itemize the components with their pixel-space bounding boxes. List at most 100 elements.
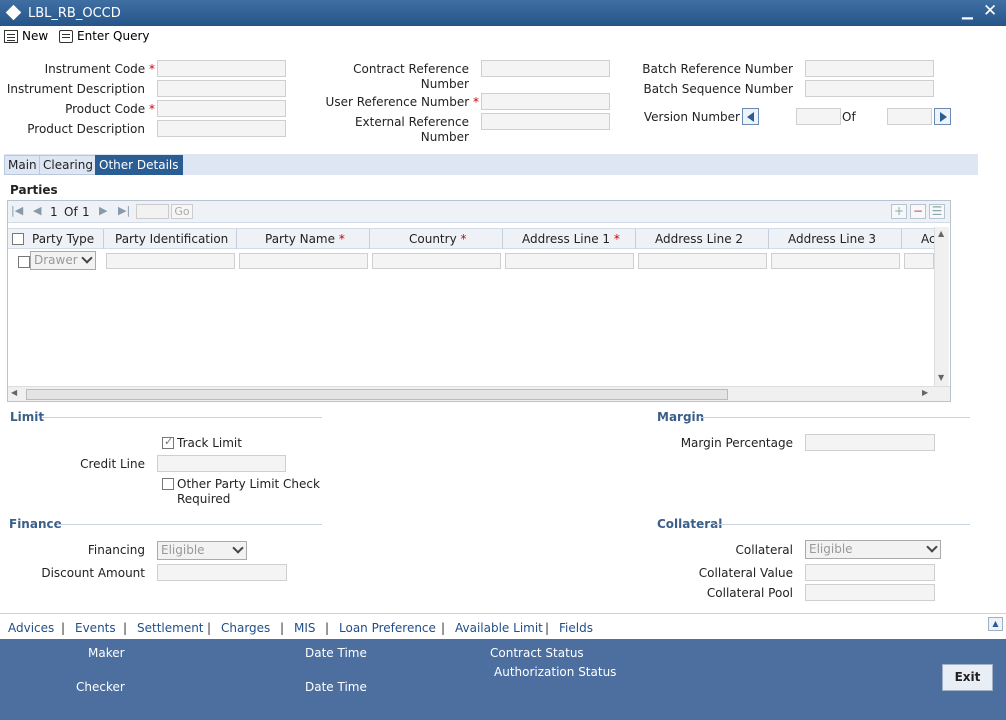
contract-status-label: Contract Status — [490, 646, 584, 660]
limit-group-line — [42, 417, 322, 418]
party-type-select[interactable]: Drawer — [30, 251, 96, 270]
tab-other-details[interactable]: Other Details — [95, 155, 183, 175]
link-loan-preference[interactable]: Loan Preference — [339, 621, 436, 635]
margin-group-line — [700, 417, 970, 418]
address-line-2-cell[interactable] — [638, 253, 767, 269]
instrument-code-field[interactable] — [157, 60, 286, 77]
contract-reference-label: Contract Reference Number — [353, 62, 469, 91]
scroll-down-icon[interactable]: ▼ — [938, 373, 944, 382]
country-cell[interactable] — [372, 253, 501, 269]
version-of-label: Of — [842, 110, 856, 124]
product-description-label: Product Description — [27, 122, 145, 136]
link-charges[interactable]: Charges — [221, 621, 270, 635]
grid-vertical-scrollbar[interactable]: ▲ ▼ — [934, 227, 949, 387]
address-line-3-cell[interactable] — [771, 253, 900, 269]
batch-sequence-label: Batch Sequence Number — [643, 82, 793, 96]
link-events[interactable]: Events — [75, 621, 116, 635]
collateral-group-line — [715, 524, 970, 525]
collateral-pool-field[interactable] — [805, 584, 935, 601]
financing-select[interactable]: Eligible — [157, 541, 247, 560]
link-fields[interactable]: Fields — [559, 621, 593, 635]
link-settlement[interactable]: Settlement — [137, 621, 204, 635]
other-party-limit-label: Other Party Limit Check Required — [177, 477, 320, 506]
grid-horizontal-scrollbar[interactable]: ◀ ▶ — [8, 386, 950, 401]
user-reference-field[interactable] — [481, 93, 610, 110]
minimize-icon[interactable]: ▁ — [962, 4, 973, 20]
close-icon[interactable]: ✕ — [983, 1, 997, 21]
version-previous-button[interactable] — [742, 108, 759, 125]
batch-reference-field[interactable] — [805, 60, 934, 77]
scroll-right-icon[interactable]: ▶ — [922, 388, 928, 397]
track-limit-checkbox[interactable] — [162, 435, 174, 449]
col-address-line-2: Address Line 2 — [655, 232, 744, 246]
financing-label: Financing — [87, 543, 145, 557]
collateral-value-label: Collateral Value — [698, 566, 793, 580]
list-view-icon[interactable]: ☰ — [929, 204, 945, 219]
discount-amount-field[interactable] — [157, 564, 287, 581]
arrow-left-icon — [747, 112, 754, 122]
track-limit-label: Track Limit — [177, 436, 242, 450]
scroll-up-icon[interactable]: ▲ — [938, 229, 944, 238]
version-next-button[interactable] — [934, 108, 951, 125]
scroll-left-icon[interactable]: ◀ — [11, 388, 17, 397]
product-code-label: Product Code * — [65, 102, 155, 116]
add-row-icon[interactable]: + — [891, 204, 907, 219]
link-mis[interactable]: MIS — [294, 621, 316, 635]
version-number-label: Version Number — [643, 110, 740, 124]
next-page-icon[interactable]: ▶ — [99, 204, 107, 217]
new-document-icon — [4, 29, 18, 43]
pager-goto-input[interactable] — [136, 204, 169, 219]
last-page-icon[interactable]: ▶| — [118, 204, 130, 217]
contract-reference-field[interactable] — [481, 60, 610, 77]
party-name-cell[interactable] — [239, 253, 368, 269]
window-title: LBL_RB_OCCD — [28, 6, 121, 21]
pager-of-label: Of — [64, 205, 78, 219]
row-checkbox[interactable] — [18, 256, 30, 268]
col-party-type: Party Type — [32, 232, 95, 246]
external-reference-field[interactable] — [481, 113, 610, 130]
address-line-1-cell[interactable] — [505, 253, 634, 269]
credit-line-label: Credit Line — [80, 457, 145, 471]
tab-clearing[interactable]: Clearing — [39, 155, 97, 175]
delete-row-icon[interactable]: − — [910, 204, 926, 219]
collateral-value-field[interactable] — [805, 564, 935, 581]
instrument-description-field[interactable] — [157, 80, 286, 97]
enter-query-label: Enter Query — [77, 29, 150, 43]
link-available-limit[interactable]: Available Limit — [455, 621, 543, 635]
credit-line-field[interactable] — [157, 455, 286, 472]
maker-date-time-label: Date Time — [305, 646, 367, 660]
product-code-field[interactable] — [157, 100, 286, 117]
horizontal-scroll-thumb[interactable] — [26, 389, 728, 400]
external-reference-label: External Reference Number — [354, 115, 469, 144]
select-all-checkbox[interactable] — [12, 233, 24, 245]
batch-reference-label: Batch Reference Number — [642, 62, 793, 76]
product-description-field[interactable] — [157, 120, 286, 137]
parties-pager: |◀ ◀ 1 Of 1 ▶ ▶| Go + − ☰ — [8, 201, 950, 223]
version-current-field[interactable] — [796, 108, 841, 125]
pager-current: 1 — [50, 205, 58, 219]
other-party-limit-checkbox[interactable] — [162, 478, 174, 490]
new-button[interactable]: New — [4, 29, 48, 43]
previous-page-icon[interactable]: ◀ — [33, 204, 41, 217]
batch-sequence-field[interactable] — [805, 80, 934, 97]
exit-button[interactable]: Exit — [942, 664, 993, 691]
parties-grid-header: Party Type Party Identification Party Na… — [8, 228, 934, 249]
tab-main[interactable]: Main — [4, 155, 41, 175]
checker-label: Checker — [76, 680, 125, 694]
link-advices[interactable]: Advices — [8, 621, 54, 635]
user-reference-label: User Reference Number * — [325, 95, 479, 109]
collateral-pool-label: Collateral Pool — [706, 586, 793, 600]
first-page-icon[interactable]: |◀ — [11, 204, 23, 217]
parties-title: Parties — [10, 183, 58, 197]
address-truncated-cell[interactable] — [904, 253, 934, 269]
pager-go-button[interactable]: Go — [171, 204, 193, 219]
enter-query-button[interactable]: Enter Query — [59, 29, 150, 43]
collateral-select[interactable]: Eligible — [805, 540, 941, 559]
version-total-field[interactable] — [887, 108, 932, 125]
party-identification-cell[interactable] — [106, 253, 235, 269]
instrument-description-label: Instrument Description — [6, 82, 145, 96]
margin-percentage-field[interactable] — [805, 434, 935, 451]
collateral-label: Collateral — [735, 543, 793, 557]
expand-up-icon[interactable]: ▲ — [988, 617, 1003, 631]
finance-group-line — [57, 524, 322, 525]
